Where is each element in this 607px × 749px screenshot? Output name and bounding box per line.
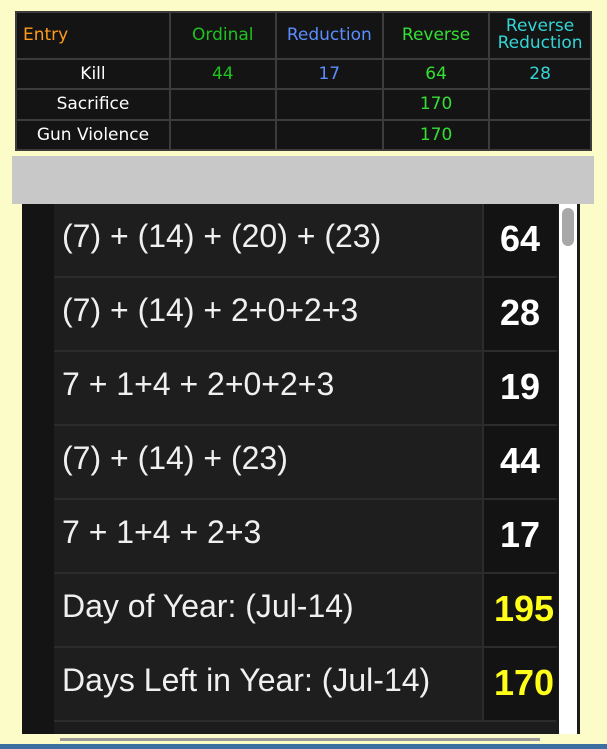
calc-value: 64 <box>500 218 541 259</box>
row-reduction-value <box>274 118 384 152</box>
calc-value-highlight: 170 <box>494 662 555 703</box>
row-reverse-value: 170 <box>381 88 491 121</box>
scrollbar-thumb[interactable] <box>562 208 574 246</box>
row-reverse-reduction-value <box>488 118 592 152</box>
calc-expression: (7) + (14) + (23) <box>62 440 288 476</box>
table-row: Kill 44 17 64 28 <box>15 57 592 91</box>
table-row: Sacrifice 170 <box>15 88 592 121</box>
calc-value-cell: 64 <box>482 204 558 276</box>
row-reverse-value: 170 <box>381 118 491 152</box>
calc-value-cell: 195 <box>482 574 558 646</box>
calc-value-highlight: 195 <box>494 588 555 629</box>
header-entry: Entry <box>15 11 171 60</box>
calc-value-cell: 17 <box>482 500 558 572</box>
calc-value-cell: 19 <box>482 352 558 424</box>
header-reduction: Reduction <box>274 11 384 60</box>
row-ordinal-value: 44 <box>168 57 277 91</box>
header-reverse-reduction: Reverse Reduction <box>488 11 592 60</box>
calc-expression: Days Left in Year: (Jul-14) <box>62 662 431 698</box>
calc-row: (7) + (14) + (23) 44 <box>54 426 558 500</box>
gematria-table: Entry Ordinal Reduction Reverse Reverse … <box>15 11 592 152</box>
calc-row: Days Left in Year: (Jul-14) 170 <box>54 648 558 722</box>
calc-row: (7) + (14) + 2+0+2+3 28 <box>54 278 558 352</box>
row-entry-name: Kill <box>15 57 171 91</box>
calc-expression: 7 + 1+4 + 2+0+2+3 <box>62 366 335 402</box>
calc-value-cell: 170 <box>482 648 558 720</box>
calc-value: 44 <box>500 440 541 481</box>
bottom-edge <box>0 744 607 749</box>
calc-value-cell: 28 <box>482 278 558 350</box>
header-reverse-reduction-line2: Reduction <box>497 33 583 54</box>
row-reverse-reduction-value: 28 <box>488 57 592 91</box>
header-ordinal: Ordinal <box>168 11 277 60</box>
vertical-scrollbar[interactable] <box>559 204 577 734</box>
calc-value: 17 <box>500 514 541 555</box>
calculation-panel: (7) + (14) + (20) + (23) 64 (7) + (14) +… <box>22 204 580 734</box>
calc-row: Day of Year: (Jul-14) 195 <box>54 574 558 648</box>
calc-row: 7 + 1+4 + 2+3 17 <box>54 500 558 574</box>
calc-row: 7 + 1+4 + 2+0+2+3 19 <box>54 352 558 426</box>
table-row: Gun Violence 170 <box>15 118 592 152</box>
gematria-table-panel: Entry Ordinal Reduction Reverse Reverse … <box>12 8 594 156</box>
calc-expression: 7 + 1+4 + 2+3 <box>62 514 262 550</box>
row-reverse-value: 64 <box>381 57 491 91</box>
row-reduction-value <box>274 88 384 121</box>
calc-value: 28 <box>500 292 541 333</box>
calc-expression: (7) + (14) + (20) + (23) <box>62 218 382 254</box>
calc-value: 19 <box>500 366 541 407</box>
row-ordinal-value <box>168 118 277 152</box>
row-reverse-reduction-value <box>488 88 592 121</box>
row-entry-name: Gun Violence <box>15 118 171 152</box>
row-reduction-value: 17 <box>274 57 384 91</box>
row-entry-name: Sacrifice <box>15 88 171 121</box>
left-strip <box>22 204 54 734</box>
separator-band <box>12 156 594 204</box>
calc-row: (7) + (14) + (20) + (23) 64 <box>54 204 558 278</box>
horizontal-scrollbar[interactable] <box>60 738 540 741</box>
calc-value-cell: 44 <box>482 426 558 498</box>
table-header-row: Entry Ordinal Reduction Reverse Reverse … <box>15 11 592 60</box>
header-reverse: Reverse <box>381 11 491 60</box>
calc-expression: Day of Year: (Jul-14) <box>62 588 354 624</box>
row-ordinal-value <box>168 88 277 121</box>
calc-expression: (7) + (14) + 2+0+2+3 <box>62 292 359 328</box>
